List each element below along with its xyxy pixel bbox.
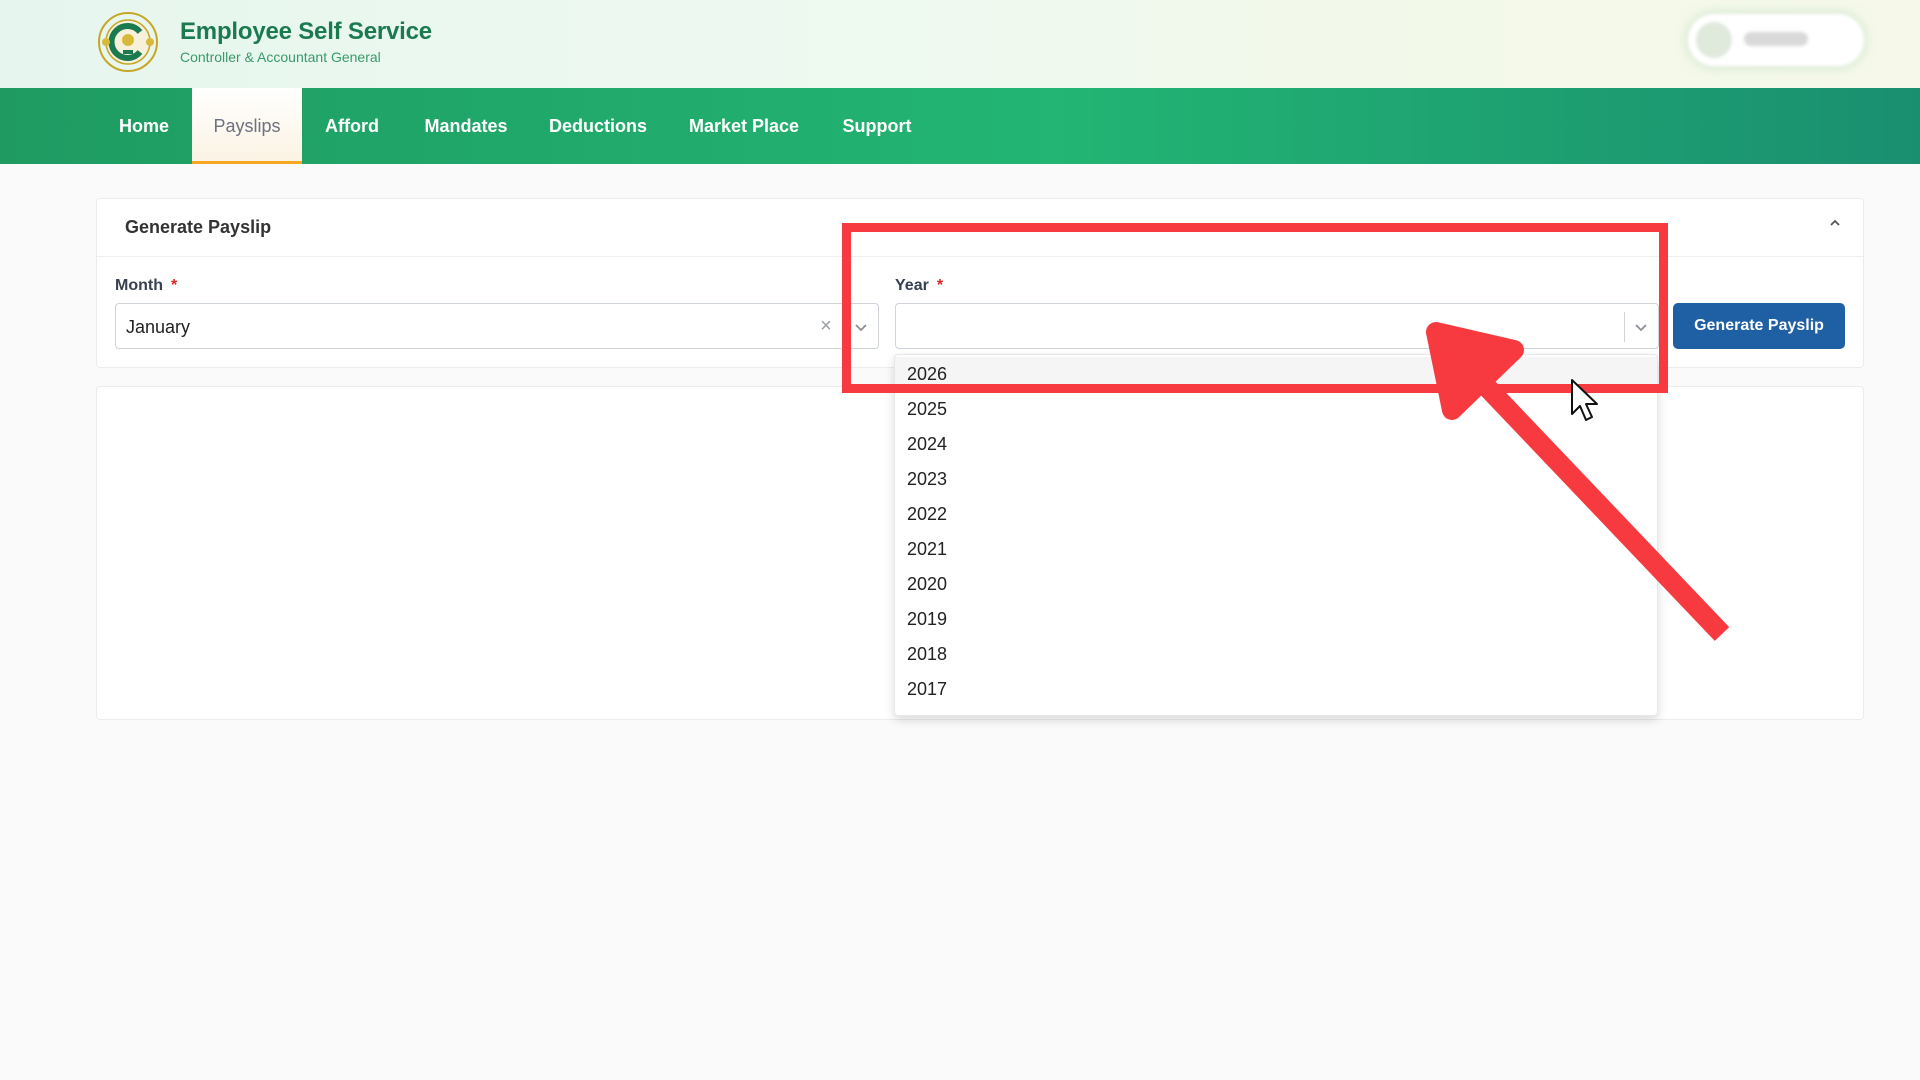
year-dropdown-menu: 2026 2025 2024 2023 2022 2021 2020 2019 …	[894, 354, 1658, 716]
mouse-cursor-icon	[1571, 379, 1598, 421]
month-required-mark: *	[170, 277, 178, 294]
month-label: Month *	[115, 277, 177, 295]
year-option[interactable]: 2021	[895, 532, 1657, 567]
year-label-text: Year	[895, 277, 929, 294]
nav-support[interactable]: Support	[830, 88, 924, 164]
month-select[interactable]: January ×	[115, 303, 879, 349]
year-option[interactable]: 2017	[895, 672, 1657, 707]
year-option[interactable]: 2019	[895, 602, 1657, 637]
app-subtitle: Controller & Accountant General	[180, 49, 381, 65]
year-option[interactable]: 2026	[895, 357, 1657, 392]
year-required-mark: *	[936, 277, 944, 294]
clear-icon[interactable]: ×	[816, 316, 836, 336]
year-option[interactable]: 2020	[895, 567, 1657, 602]
year-label: Year *	[895, 277, 943, 295]
card-divider	[97, 256, 1863, 257]
user-menu[interactable]	[1688, 14, 1864, 66]
year-option[interactable]: 2024	[895, 427, 1657, 462]
avatar	[1696, 22, 1732, 58]
month-select-value: January	[126, 317, 191, 337]
main-nav: Home Payslips Afford Mandates Deductions…	[0, 88, 1920, 164]
month-label-text: Month	[115, 277, 163, 294]
ghana-cagd-seal-icon[interactable]	[96, 10, 160, 74]
nav-home[interactable]: Home	[96, 88, 192, 164]
generate-payslip-card: Generate Payslip Month * January × Year * …	[96, 198, 1864, 368]
year-option[interactable]: 2022	[895, 497, 1657, 532]
year-option[interactable]: 2018	[895, 637, 1657, 672]
nav-mandates[interactable]: Mandates	[412, 88, 520, 164]
nav-payslips[interactable]: Payslips	[192, 88, 302, 164]
year-option[interactable]: 2025	[895, 392, 1657, 427]
chevron-down-icon[interactable]	[1632, 318, 1650, 336]
select-separator	[1624, 312, 1625, 342]
user-name-blurred	[1744, 32, 1808, 46]
chevron-up-icon[interactable]	[1827, 215, 1843, 231]
year-select[interactable]	[895, 303, 1659, 349]
card-title: Generate Payslip	[125, 217, 272, 237]
nav-market-place[interactable]: Market Place	[676, 88, 812, 164]
nav-deductions[interactable]: Deductions	[536, 88, 660, 164]
select-separator	[844, 312, 845, 342]
year-option[interactable]: 2023	[895, 462, 1657, 497]
generate-payslip-button[interactable]: Generate Payslip	[1673, 303, 1845, 349]
top-header: Employee Self Service Controller & Accou…	[0, 0, 1920, 88]
nav-afford[interactable]: Afford	[302, 88, 402, 164]
chevron-down-icon[interactable]	[852, 318, 870, 336]
app-title: Employee Self Service	[180, 18, 432, 45]
